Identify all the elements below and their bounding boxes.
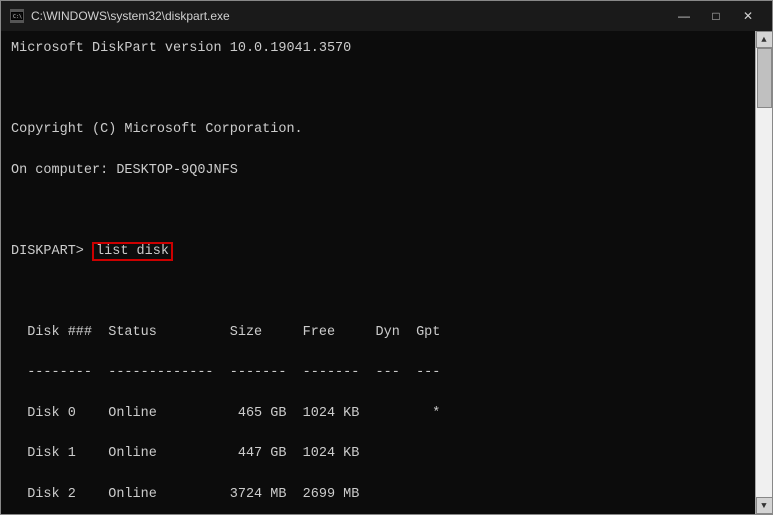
prompt1: DISKPART> <box>11 244 92 259</box>
terminal[interactable]: Microsoft DiskPart version 10.0.19041.35… <box>1 31 755 514</box>
app-icon: C:\ <box>9 8 25 24</box>
window-title: C:\WINDOWS\system32\diskpart.exe <box>31 9 668 23</box>
blank1 <box>11 80 745 100</box>
disk1-line: Disk 1 Online 447 GB 1024 KB <box>11 444 745 464</box>
minimize-button[interactable]: — <box>668 1 700 31</box>
scroll-up-button[interactable]: ▲ <box>756 31 773 48</box>
window-controls: — □ ✕ <box>668 1 764 31</box>
scroll-thumb[interactable] <box>757 48 772 108</box>
disk2-line: Disk 2 Online 3724 MB 2699 MB <box>11 485 745 505</box>
close-button[interactable]: ✕ <box>732 1 764 31</box>
window: C:\ C:\WINDOWS\system32\diskpart.exe — □… <box>0 0 773 515</box>
version-line: Microsoft DiskPart version 10.0.19041.35… <box>11 39 745 59</box>
blank2 <box>11 201 745 221</box>
window-body: Microsoft DiskPart version 10.0.19041.35… <box>1 31 772 514</box>
cmd1-highlight: list disk <box>92 242 173 261</box>
cmd1-line: DISKPART> list disk <box>11 242 745 262</box>
title-bar: C:\ C:\WINDOWS\system32\diskpart.exe — □… <box>1 1 772 31</box>
scroll-track[interactable] <box>756 48 772 497</box>
svg-text:C:\: C:\ <box>13 14 22 20</box>
col-header: Disk ### Status Size Free Dyn Gpt <box>11 323 745 343</box>
computer-line: On computer: DESKTOP-9Q0JNFS <box>11 161 745 181</box>
scrollbar: ▲ ▼ <box>755 31 772 514</box>
col-sep: -------- ------------- ------- ------- -… <box>11 363 745 383</box>
blank3 <box>11 282 745 302</box>
maximize-button[interactable]: □ <box>700 1 732 31</box>
copyright-line: Copyright (C) Microsoft Corporation. <box>11 120 745 140</box>
disk0-line: Disk 0 Online 465 GB 1024 KB * <box>11 404 745 424</box>
scroll-down-button[interactable]: ▼ <box>756 497 773 514</box>
